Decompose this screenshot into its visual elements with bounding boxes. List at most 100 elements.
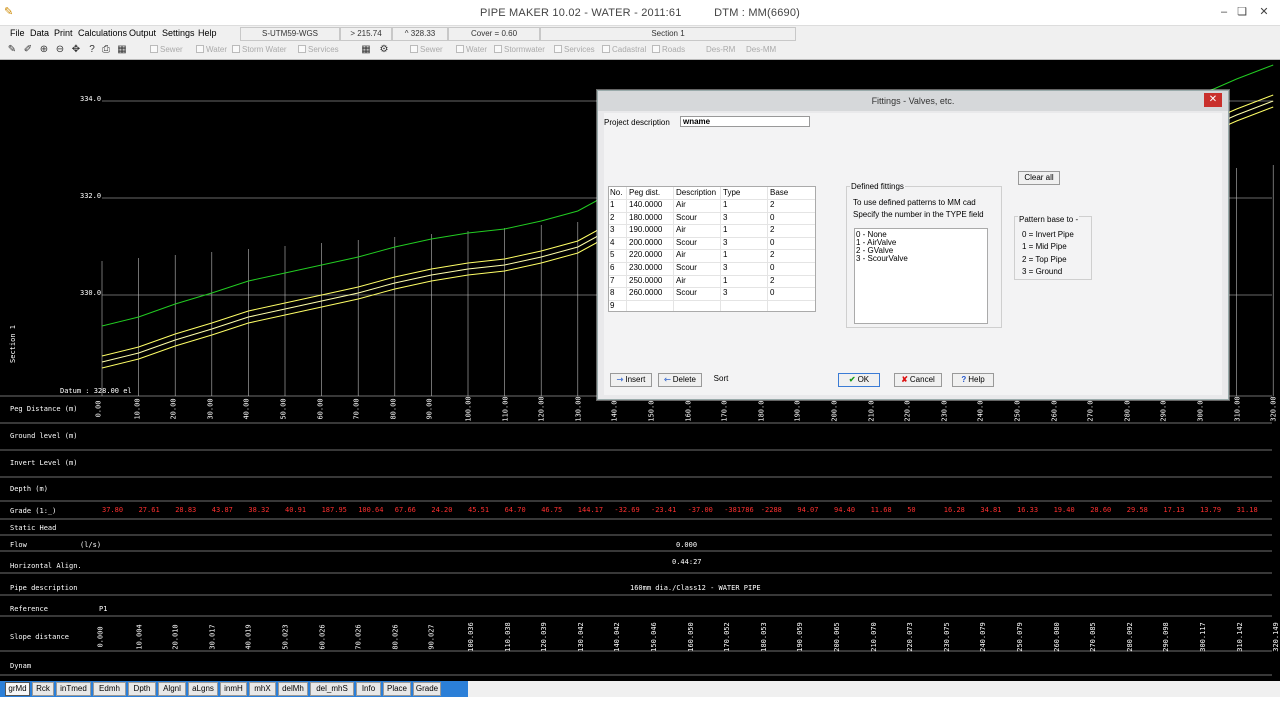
menu-settings[interactable]: Settings (162, 28, 195, 38)
cell-desc[interactable]: Scour (676, 263, 697, 272)
cell-type[interactable]: 3 (723, 238, 727, 247)
tab-intmed[interactable]: inTmed (56, 682, 91, 696)
cell-base[interactable]: 0 (770, 238, 774, 247)
help-icon[interactable]: ? (86, 44, 98, 56)
cell-type[interactable]: 3 (723, 213, 727, 222)
tab-algns[interactable]: aLgns (188, 682, 218, 696)
menu-data[interactable]: Data (30, 28, 49, 38)
layer-services[interactable]: Services (298, 45, 339, 54)
tab-inmh[interactable]: inmH (220, 682, 247, 696)
menu-print[interactable]: Print (54, 28, 73, 38)
cell-no[interactable]: 7 (610, 276, 614, 285)
layer-storm-water[interactable]: Storm Water (232, 45, 287, 54)
cell-no[interactable]: 1 (610, 200, 614, 209)
cell-desc[interactable]: Air (676, 225, 686, 234)
layer-des-mm[interactable]: Des-MM (746, 45, 776, 54)
cell-desc[interactable]: Air (676, 200, 686, 209)
layers-icon[interactable]: ▦ (116, 44, 128, 56)
project-description-input[interactable]: wname (680, 116, 810, 127)
cell-peg[interactable]: 180.0000 (629, 213, 662, 222)
clear-all-button[interactable]: Clear all (1018, 171, 1060, 185)
cell-peg[interactable]: 140.0000 (629, 200, 662, 209)
cell-desc[interactable]: Scour (676, 238, 697, 247)
tab-place[interactable]: Place (383, 682, 411, 696)
delete-button[interactable]: ⇽ Delete (658, 373, 702, 387)
menu-calculations[interactable]: Calculations (78, 28, 127, 38)
tab-del-mhs[interactable]: del_mhS (310, 682, 354, 696)
cell-type[interactable]: 1 (723, 200, 727, 209)
pan-icon[interactable]: ✥ (70, 44, 82, 56)
tab-info[interactable]: Info (356, 682, 381, 696)
edit-icon[interactable]: ✐ (22, 44, 34, 56)
cell-no[interactable]: 9 (610, 301, 614, 310)
cell-base[interactable]: 2 (770, 250, 774, 259)
cell-no[interactable]: 5 (610, 250, 614, 259)
sort-button[interactable]: Sort (708, 373, 734, 387)
cell-base[interactable]: 0 (770, 288, 774, 297)
cell-desc[interactable]: Scour (676, 213, 697, 222)
cell-peg[interactable]: 190.0000 (629, 225, 662, 234)
cell-base[interactable]: 2 (770, 225, 774, 234)
ok-button[interactable]: ✔ OK (838, 373, 880, 387)
menu-help[interactable]: Help (198, 28, 217, 38)
cell-peg[interactable]: 200.0000 (629, 238, 662, 247)
restore-icon[interactable]: ❏ (1232, 5, 1252, 19)
cell-peg[interactable]: 220.0000 (629, 250, 662, 259)
help-button[interactable]: ? Help (952, 373, 994, 387)
cell-peg[interactable]: 230.0000 (629, 263, 662, 272)
print-icon[interactable]: ⎙ (100, 44, 112, 56)
fitting-item[interactable]: 3 - ScourValve (856, 254, 908, 263)
cell-desc[interactable]: Scour (676, 288, 697, 297)
cell-type[interactable]: 1 (723, 250, 727, 259)
tools-icon[interactable]: ⚙ (378, 44, 390, 56)
tab-dpth[interactable]: Dpth (128, 682, 156, 696)
cell-type[interactable]: 1 (723, 225, 727, 234)
cell-no[interactable]: 3 (610, 225, 614, 234)
cell-base[interactable]: 0 (770, 213, 774, 222)
layer-water-2[interactable]: Water (456, 45, 487, 54)
layer-water[interactable]: Water (196, 45, 227, 54)
minimize-icon[interactable]: – (1214, 5, 1234, 19)
zoom-out-icon[interactable]: ⊖ (54, 44, 66, 56)
layer-roads[interactable]: Roads (652, 45, 685, 54)
tab-grade[interactable]: Grade (413, 682, 441, 696)
cell-base[interactable]: 2 (770, 276, 774, 285)
cell-no[interactable]: 8 (610, 288, 614, 297)
fittings-table[interactable]: No. Peg dist. Description Type Base 1 140… (608, 186, 816, 312)
tab-delmh[interactable]: delMh (278, 682, 308, 696)
cell-base[interactable]: 2 (770, 200, 774, 209)
cell-no[interactable]: 6 (610, 263, 614, 272)
tab-algnl[interactable]: Algnl (158, 682, 186, 696)
tab-rck[interactable]: Rck (32, 682, 54, 696)
cell-no[interactable]: 4 (610, 238, 614, 247)
layer-cadastral[interactable]: Cadastral (602, 45, 646, 54)
pencil-icon[interactable]: ✎ (6, 44, 18, 56)
cell-base[interactable]: 0 (770, 263, 774, 272)
close-icon[interactable]: ✕ (1254, 5, 1274, 19)
cell-desc[interactable]: Air (676, 250, 686, 259)
fittings-listbox[interactable]: 0 - None 1 - AirValve 2 - GValve 3 - Sco… (854, 228, 988, 324)
menu-output[interactable]: Output (129, 28, 156, 38)
menu-file[interactable]: File (10, 28, 25, 38)
cancel-button[interactable]: ✘ Cancel (894, 373, 942, 387)
layer-des-rm[interactable]: Des-RM (706, 45, 735, 54)
layer-services-2[interactable]: Services (554, 45, 595, 54)
tab-grmd[interactable]: grMd (5, 682, 30, 696)
dialog-close-icon[interactable]: ✕ (1204, 93, 1222, 107)
cell-desc[interactable]: Air (676, 276, 686, 285)
section-dropdown[interactable]: Section 1 (540, 27, 796, 41)
cell-type[interactable]: 1 (723, 276, 727, 285)
cell-type[interactable]: 3 (723, 288, 727, 297)
tab-edmh[interactable]: Edmh (93, 682, 126, 696)
cell-peg[interactable]: 260.0000 (629, 288, 662, 297)
layer-sewer-2[interactable]: Sewer (410, 45, 443, 54)
cell-peg[interactable]: 250.0000 (629, 276, 662, 285)
layer-sewer[interactable]: Sewer (150, 45, 183, 54)
zoom-in-icon[interactable]: ⊕ (38, 44, 50, 56)
cell-no[interactable]: 2 (610, 213, 614, 222)
grid-icon[interactable]: ▦ (360, 44, 372, 56)
tab-mhx[interactable]: mhX (249, 682, 276, 696)
cell-type[interactable]: 3 (723, 263, 727, 272)
layer-stormwater-2[interactable]: Stormwater (494, 45, 545, 54)
insert-button[interactable]: ⇾ Insert (610, 373, 652, 387)
